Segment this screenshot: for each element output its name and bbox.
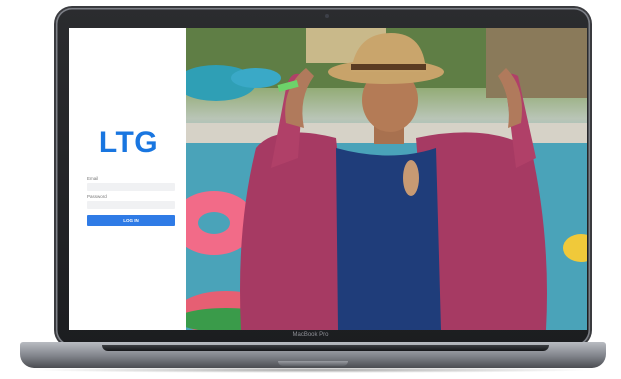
hero-image	[186, 28, 587, 330]
login-button[interactable]: LOG IN	[87, 215, 175, 226]
laptop-screen: LTG Email Password LOG IN	[69, 28, 587, 330]
woman-photo-icon	[186, 28, 587, 330]
trackpad-notch	[278, 361, 348, 366]
brand-logo: LTG	[98, 126, 159, 159]
password-label: Password	[87, 194, 107, 199]
email-label: Email	[87, 176, 99, 181]
password-field[interactable]	[87, 201, 175, 209]
login-panel: LTG Email Password LOG IN	[69, 28, 186, 330]
email-field[interactable]	[87, 183, 175, 191]
laptop-hinge	[102, 345, 549, 351]
laptop-mockup: LTG Email Password LOG IN MacBook Pro	[0, 0, 621, 379]
device-brand-label: MacBook Pro	[292, 332, 329, 338]
webcam-icon	[325, 14, 329, 18]
